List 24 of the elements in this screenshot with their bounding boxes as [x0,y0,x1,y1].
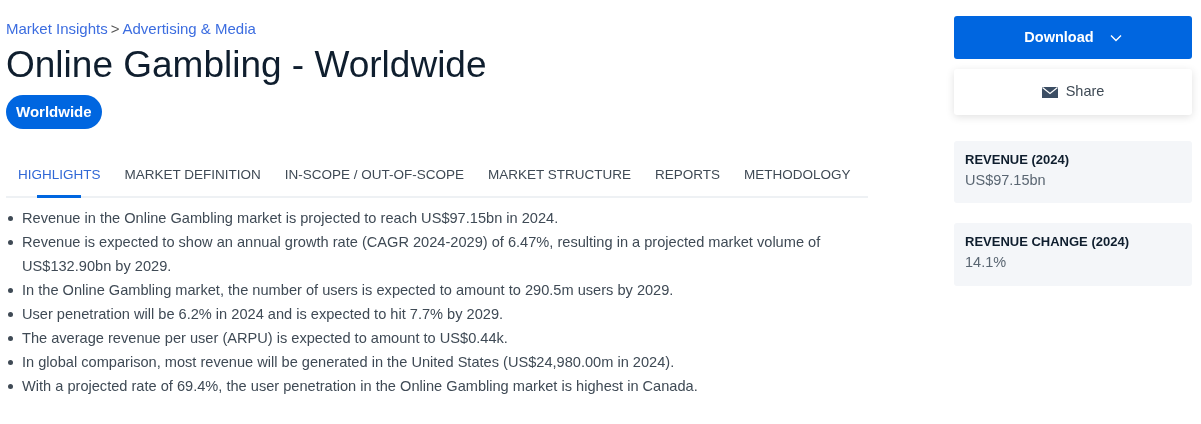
tab[interactable]: METHODOLOGY [732,157,863,196]
kpi-value: 14.1% [965,252,1008,272]
highlight-text: In global comparison, most revenue will be generated in the United States (US$24,980.00m in 2024). [22,352,675,372]
page-title: Online Gambling - Worldwide [6,42,488,87]
highlight-text: User penetration will be 6.2% in 2024 and is expected to hit 7.7% by 2029. [22,304,504,324]
breadcrumb-link[interactable]: Market Insights [6,18,108,41]
kpi-label: REVENUE CHANGE (2024) [965,233,1130,252]
tab[interactable]: MARKET STRUCTURE [476,157,644,196]
region-pill[interactable]: Worldwide [6,94,102,130]
tab[interactable]: HIGHLIGHTS [6,157,113,196]
tab[interactable]: REPORTS [643,157,733,196]
breadcrumb-link[interactable]: Advertising & Media [122,18,256,41]
highlight-text: In the Online Gambling market, the number of users is expected to amount to 290.5m users by 2029. [22,280,674,300]
tab[interactable]: IN-SCOPE / OUT-OF-SCOPE [272,157,477,196]
highlight-text: The average revenue per user (ARPU) is expected to amount to US$0.44k. [22,328,508,348]
download-button[interactable]: Download [954,16,1192,59]
breadcrumb-separator: > [110,19,120,39]
highlight-text: With a projected rate of 69.4%, the user penetration in the Online Gambling market is highest in Canada. [22,376,698,396]
kpi-label: REVENUE (2024) [965,151,1071,169]
share-button[interactable]: Share [954,69,1192,115]
highlight-text: Revenue in the Online Gambling market is projected to reach US$97.15bn in 2024. [22,208,559,228]
kpi-value: US$97.15bn [965,170,1047,190]
highlight-text: Revenue is expected to show an annual growth rate (CAGR 2024-2029) of 6.47%, resulting in a projected market volume of US$132.90bn by 2029. [22,232,822,276]
tab[interactable]: MARKET DEFINITION [112,157,273,196]
